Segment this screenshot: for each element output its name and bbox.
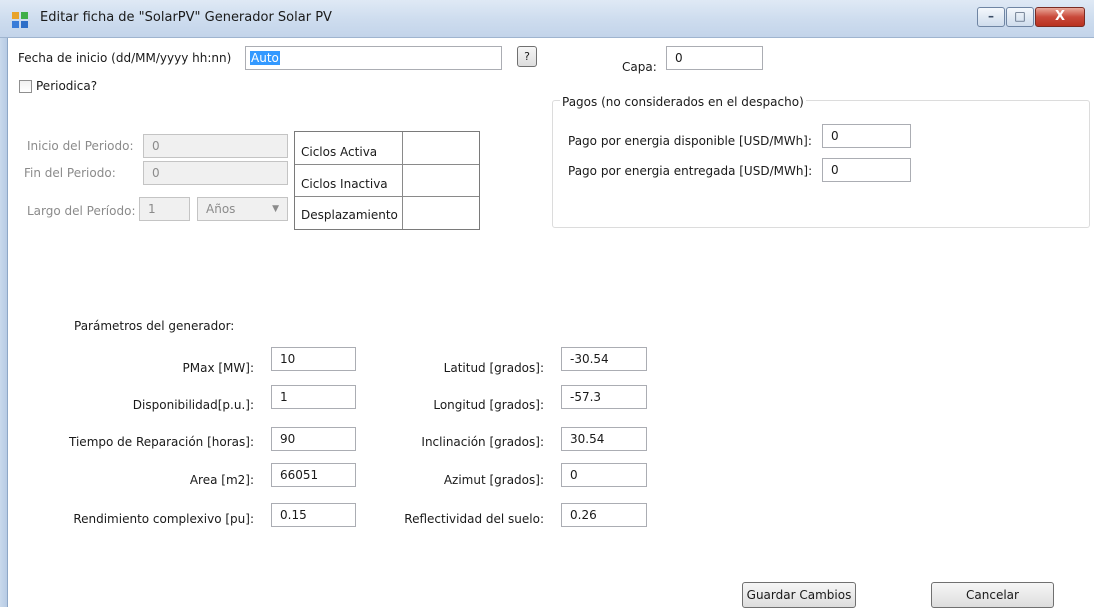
unidad-periodo-value: Años	[206, 202, 236, 216]
capa-label: Capa:	[622, 60, 657, 74]
azimut-input[interactable]	[561, 463, 647, 487]
guardar-cambios-button[interactable]: Guardar Cambios	[742, 582, 856, 608]
fin-periodo-input[interactable]	[143, 161, 288, 185]
window-titlebar[interactable]: Editar ficha de "SolarPV" Generador Sola…	[0, 0, 1094, 38]
ciclos-inactiva-cell[interactable]	[405, 165, 479, 196]
largo-periodo-input[interactable]	[139, 197, 190, 221]
close-icon: X	[1054, 9, 1066, 24]
largo-periodo-label: Largo del Período:	[27, 204, 136, 218]
help-button[interactable]: ?	[517, 46, 537, 67]
tiempo-reparacion-label: Tiempo de Reparación [horas]:	[69, 435, 254, 449]
latitud-input[interactable]	[561, 347, 647, 371]
ciclos-table: Ciclos Activa Ciclos Inactiva Desplazami…	[294, 131, 480, 230]
desplazamiento-cell[interactable]	[405, 197, 479, 229]
ciclos-activa-cell[interactable]	[405, 133, 479, 164]
inclinacion-label: Inclinación [grados]:	[421, 435, 544, 449]
rendimiento-label: Rendimiento complexivo [pu]:	[73, 512, 254, 526]
pago-entregada-label: Pago por energia entregada [USD/MWh]:	[568, 164, 813, 178]
inclinacion-input[interactable]	[561, 427, 647, 451]
fecha-inicio-input[interactable]: Auto	[245, 46, 502, 70]
pmax-label: PMax [MW]:	[182, 361, 254, 375]
maximize-icon: □	[1014, 9, 1026, 23]
azimut-label: Azimut [grados]:	[443, 473, 544, 487]
desplazamiento-label: Desplazamiento	[301, 208, 398, 222]
area-label: Area [m2]:	[189, 473, 254, 487]
window-title: Editar ficha de "SolarPV" Generador Sola…	[40, 10, 332, 25]
periodica-checkbox[interactable]	[19, 80, 32, 93]
ciclos-activa-label: Ciclos Activa	[301, 145, 378, 159]
reflectividad-label: Reflectividad del suelo:	[404, 512, 544, 526]
longitud-label: Longitud [grados]:	[433, 398, 544, 412]
area-input[interactable]	[271, 463, 356, 487]
minimize-button[interactable]: –	[977, 7, 1005, 27]
disponibilidad-input[interactable]	[271, 385, 356, 409]
ciclos-inactiva-label: Ciclos Inactiva	[301, 177, 388, 191]
maximize-button[interactable]: □	[1006, 7, 1034, 27]
rendimiento-input[interactable]	[271, 503, 356, 527]
inicio-periodo-input[interactable]	[143, 134, 288, 158]
app-icon	[12, 12, 28, 28]
pago-disponible-input[interactable]	[822, 124, 911, 148]
unidad-periodo-select[interactable]: Años ▼	[197, 197, 288, 221]
longitud-input[interactable]	[561, 385, 647, 409]
latitud-label: Latitud [grados]:	[443, 361, 544, 375]
window-left-border	[0, 38, 8, 607]
fecha-inicio-value: Auto	[250, 51, 280, 65]
periodica-label: Periodica?	[36, 79, 98, 93]
close-button[interactable]: X	[1035, 7, 1085, 27]
fin-periodo-label: Fin del Periodo:	[24, 166, 116, 180]
fecha-inicio-label: Fecha de inicio (dd/MM/yyyy hh:nn)	[18, 51, 232, 65]
pagos-title: Pagos (no considerados en el despacho)	[560, 95, 806, 109]
parametros-title: Parámetros del generador:	[74, 319, 235, 333]
chevron-down-icon: ▼	[272, 204, 279, 214]
reflectividad-input[interactable]	[561, 503, 647, 527]
cancelar-button[interactable]: Cancelar	[931, 582, 1054, 608]
pago-disponible-label: Pago por energia disponible [USD/MWh]:	[568, 134, 812, 148]
capa-input[interactable]	[666, 46, 763, 70]
pmax-input[interactable]	[271, 347, 356, 371]
minimize-icon: –	[988, 9, 994, 23]
inicio-periodo-label: Inicio del Periodo:	[27, 139, 134, 153]
pago-entregada-input[interactable]	[822, 158, 911, 182]
tiempo-reparacion-input[interactable]	[271, 427, 356, 451]
disponibilidad-label: Disponibilidad[p.u.]:	[132, 398, 254, 412]
